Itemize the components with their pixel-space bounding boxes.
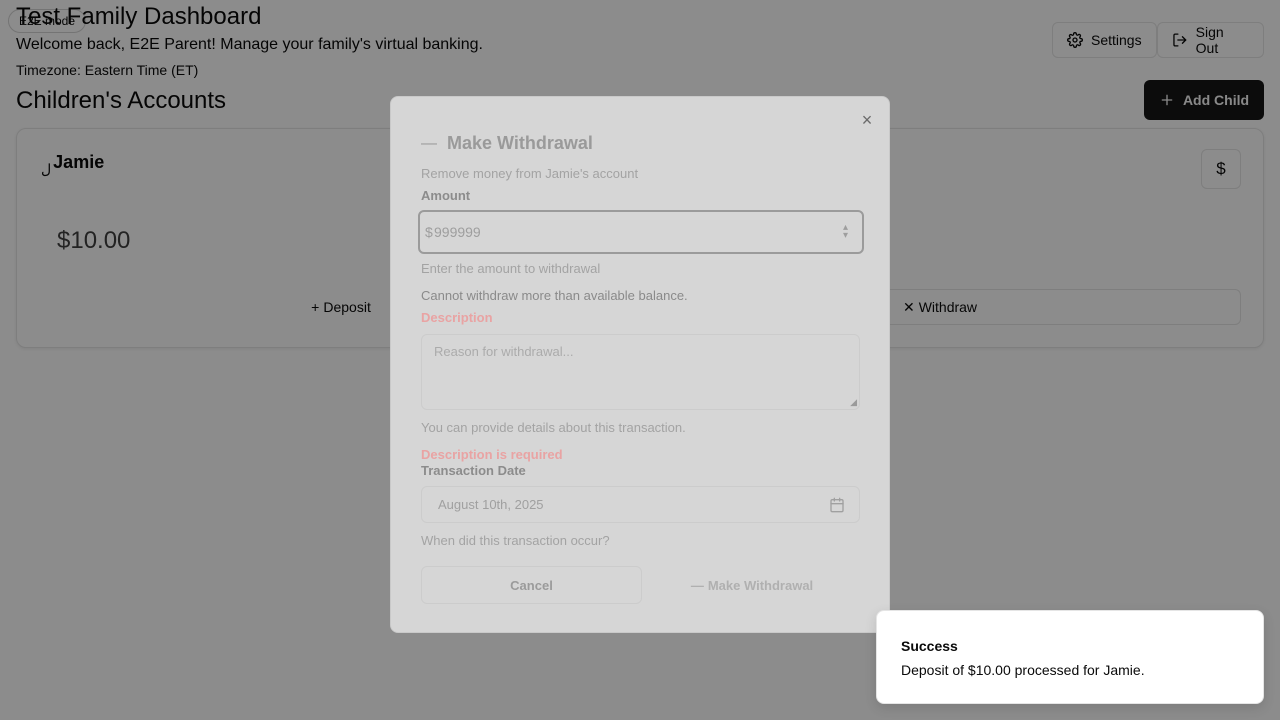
currency-prefix: $ [425,224,433,240]
dialog-title: — Make Withdrawal [421,133,593,154]
stepper-icon[interactable]: ▴ ▾ [843,223,848,241]
minus-icon: — [690,577,704,593]
amount-hint: Enter the amount to withdrawal [421,261,601,276]
cancel-button[interactable]: Cancel [421,566,642,604]
description-hint: You can provide details about this trans… [421,420,686,435]
amount-value: 999999 [434,224,481,240]
success-toast: Success Deposit of $10.00 processed for … [876,610,1264,704]
toast-title: Success [901,638,958,654]
description-error: Description is required [421,447,563,462]
description-textarea[interactable]: Reason for withdrawal... ◢ [421,334,860,410]
description-placeholder: Reason for withdrawal... [434,344,574,359]
dialog-title-text: Make Withdrawal [447,133,593,153]
date-picker[interactable]: August 10th, 2025 [421,486,860,523]
date-value: August 10th, 2025 [438,497,544,512]
resize-grip-icon[interactable]: ◢ [850,397,857,408]
dialog-subtitle: Remove money from Jamie's account [421,166,639,181]
toast-message: Deposit of $10.00 processed for Jamie. [901,662,1145,678]
make-withdrawal-button[interactable]: — Make Withdrawal [642,566,862,604]
description-label: Description [421,310,493,325]
withdrawal-dialog: × — Make Withdrawal Remove money from Ja… [390,96,890,633]
date-hint: When did this transaction occur? [421,533,610,548]
amount-input[interactable]: $ 999999 ▴ ▾ [418,210,864,254]
minus-icon: — [421,134,437,152]
amount-label: Amount [421,188,471,203]
amount-error: Cannot withdraw more than available bala… [421,288,688,303]
calendar-icon [830,497,844,513]
date-label: Transaction Date [421,463,526,478]
close-icon[interactable]: × [858,111,876,129]
make-withdrawal-label: Make Withdrawal [707,577,814,593]
